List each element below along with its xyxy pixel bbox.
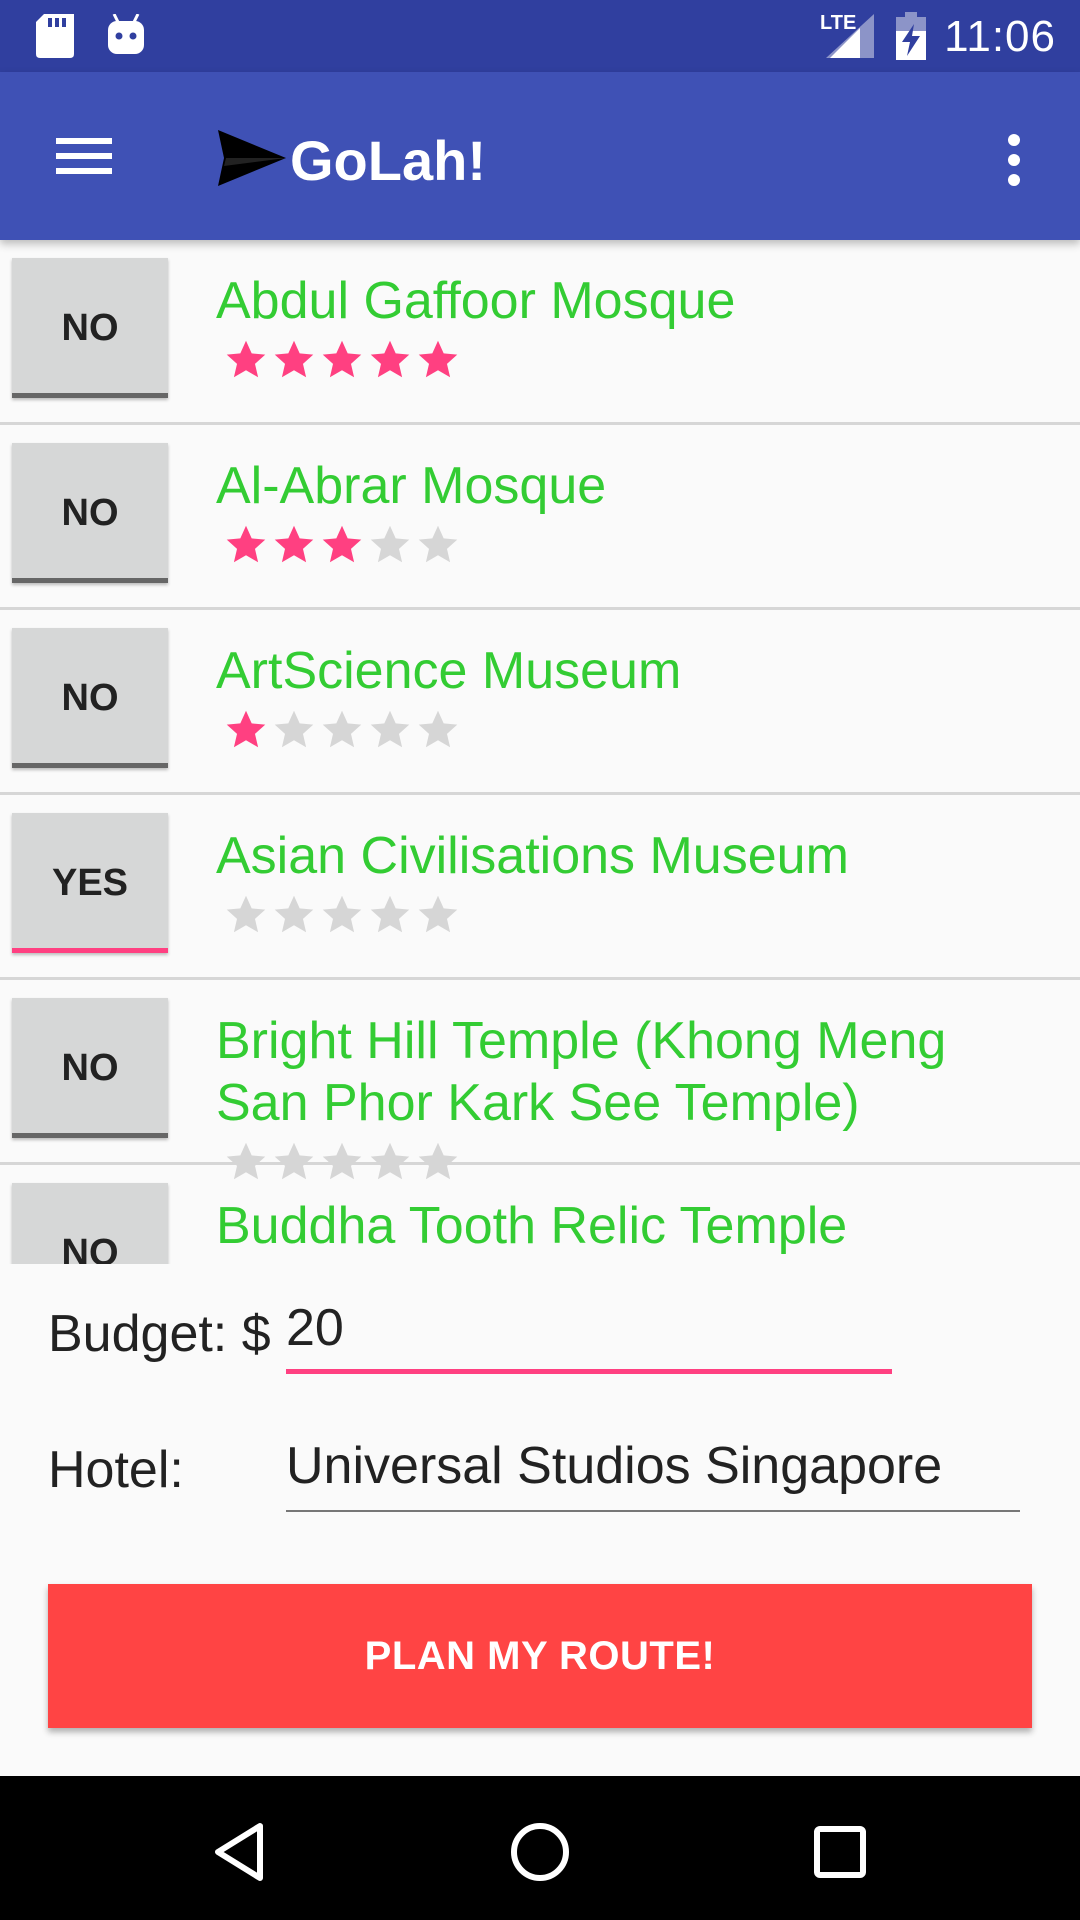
- rating-stars[interactable]: [224, 893, 464, 943]
- rating-stars[interactable]: [224, 523, 464, 573]
- place-name: Buddha Tooth Relic Temple: [216, 1197, 848, 1255]
- rating-stars[interactable]: [224, 1263, 464, 1264]
- app-title: GoLah!: [290, 129, 486, 192]
- star-empty-icon[interactable]: [224, 1263, 272, 1264]
- signal-icon: [826, 14, 874, 63]
- star-empty-icon[interactable]: [320, 708, 368, 756]
- star-empty-icon[interactable]: [416, 708, 464, 756]
- clock: 11:06: [944, 12, 1056, 61]
- star-filled-icon[interactable]: [320, 523, 368, 571]
- list-item: NO ArtScience Museum: [0, 610, 1080, 795]
- app-bar: GoLah!: [0, 72, 1080, 240]
- star-empty-icon[interactable]: [368, 708, 416, 756]
- star-empty-icon[interactable]: [272, 1263, 320, 1264]
- home-icon[interactable]: [500, 1812, 580, 1892]
- star-filled-icon[interactable]: [224, 523, 272, 571]
- list-item: NO Abdul Gaffoor Mosque: [0, 240, 1080, 425]
- sd-card-icon: [36, 14, 74, 63]
- star-empty-icon[interactable]: [368, 523, 416, 571]
- star-empty-icon[interactable]: [272, 893, 320, 941]
- places-list[interactable]: NO Abdul Gaffoor Mosque NO Al-Abrar Mosq…: [0, 240, 1080, 1264]
- list-item: NO Bright Hill Temple (Khong Meng San Ph…: [0, 980, 1080, 1180]
- star-empty-icon[interactable]: [224, 893, 272, 941]
- star-empty-icon[interactable]: [368, 1263, 416, 1264]
- hamburger-menu-icon[interactable]: [40, 124, 130, 188]
- star-filled-icon[interactable]: [224, 338, 272, 386]
- visit-toggle-button[interactable]: YES: [12, 813, 168, 953]
- place-name: Al-Abrar Mosque: [216, 457, 607, 515]
- status-bar: LTE 11:06: [0, 0, 1080, 72]
- plan-route-button[interactable]: PLAN MY ROUTE!: [48, 1584, 1032, 1728]
- list-item: YES Asian Civilisations Museum: [0, 795, 1080, 980]
- visit-toggle-button[interactable]: NO: [12, 1183, 168, 1264]
- star-filled-icon[interactable]: [416, 338, 464, 386]
- rating-stars[interactable]: [224, 708, 464, 758]
- more-vert-icon[interactable]: [990, 128, 1038, 192]
- star-filled-icon[interactable]: [224, 708, 272, 756]
- rating-stars[interactable]: [224, 338, 464, 388]
- budget-label: Budget: $: [48, 1305, 271, 1363]
- place-name: Abdul Gaffoor Mosque: [216, 272, 736, 330]
- hotel-input[interactable]: Universal Studios Singapore: [286, 1436, 1020, 1512]
- star-empty-icon[interactable]: [416, 1263, 464, 1264]
- recents-icon[interactable]: [800, 1812, 880, 1892]
- list-item: NO Buddha Tooth Relic Temple: [0, 1165, 1080, 1264]
- star-empty-icon[interactable]: [320, 1263, 368, 1264]
- place-name: Asian Civilisations Museum: [216, 827, 849, 885]
- star-empty-icon[interactable]: [416, 893, 464, 941]
- budget-input[interactable]: 20: [286, 1298, 892, 1374]
- star-empty-icon[interactable]: [416, 523, 464, 571]
- list-item: NO Al-Abrar Mosque: [0, 425, 1080, 610]
- android-icon: [106, 13, 146, 61]
- star-empty-icon[interactable]: [368, 893, 416, 941]
- star-filled-icon[interactable]: [320, 338, 368, 386]
- visit-toggle-button[interactable]: NO: [12, 628, 168, 768]
- visit-toggle-button[interactable]: NO: [12, 998, 168, 1138]
- visit-toggle-button[interactable]: NO: [12, 258, 168, 398]
- place-name: Bright Hill Temple (Khong Meng San Phor …: [216, 1012, 947, 1132]
- star-empty-icon[interactable]: [272, 708, 320, 756]
- back-icon[interactable]: [202, 1812, 282, 1892]
- star-filled-icon[interactable]: [272, 338, 320, 386]
- place-name: ArtScience Museum: [216, 642, 682, 700]
- visit-toggle-button[interactable]: NO: [12, 443, 168, 583]
- hotel-label: Hotel:: [48, 1441, 184, 1499]
- star-empty-icon[interactable]: [320, 893, 368, 941]
- star-filled-icon[interactable]: [368, 338, 416, 386]
- navigation-bar: [0, 1776, 1080, 1920]
- paper-plane-icon: [218, 130, 286, 191]
- star-filled-icon[interactable]: [272, 523, 320, 571]
- battery-charging-icon: [896, 12, 926, 65]
